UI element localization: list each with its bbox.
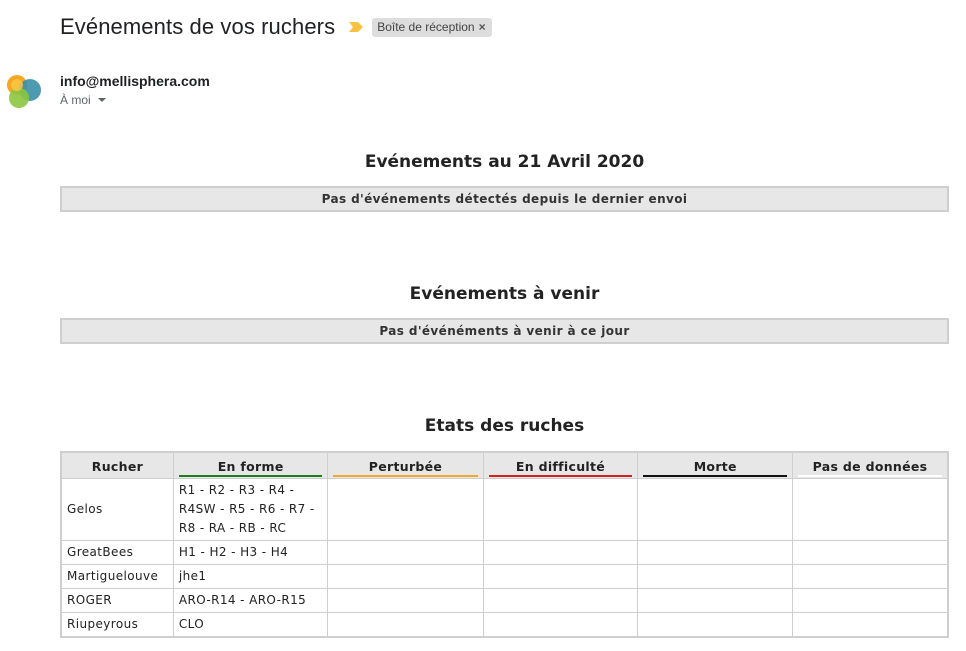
cell-en-difficulte — [482, 612, 639, 637]
cell-en-forme: H1 - H2 - H3 - H4 — [172, 540, 329, 565]
cell-rucher: GreatBees — [60, 540, 174, 565]
sender-address[interactable]: info@mellisphera.com — [60, 73, 210, 89]
cell-line: R8 - RA - RB - RC — [178, 521, 287, 535]
cell-en-difficulte — [482, 540, 639, 565]
table-row: ROGER ARO-R14 - ARO-R15 — [60, 588, 949, 613]
cell-pas-de-donnees — [792, 564, 949, 589]
table-row: Gelos R1 - R2 - R3 - R4 - R4SW - R5 - R6… — [60, 478, 949, 541]
cell-line: R1 - R2 - R3 - R4 - — [178, 483, 295, 497]
cell-perturbee — [327, 478, 484, 541]
header-perturbee: Perturbée — [327, 451, 484, 479]
importance-marker-icon[interactable] — [348, 21, 364, 33]
states-title: Etats des ruches — [424, 416, 585, 436]
cell-en-difficulte — [482, 564, 639, 589]
cell-pas-de-donnees — [792, 540, 949, 565]
cell-rucher: ROGER — [60, 588, 174, 613]
recipient-line[interactable]: À moi — [60, 93, 106, 107]
table-row: Martiguelouve jhe1 — [60, 564, 949, 589]
cell-rucher: Martiguelouve — [60, 564, 174, 589]
hive-states-table: Rucher En forme Perturbée En difficulté … — [60, 451, 949, 638]
table-row: Riupeyrous CLO — [60, 612, 949, 637]
cell-perturbee — [327, 588, 484, 613]
cell-en-forme: ARO-R14 - ARO-R15 — [172, 588, 329, 613]
header-en-difficulte: En difficulté — [482, 451, 639, 479]
cell-perturbee — [327, 612, 484, 637]
recipient-text: À moi — [60, 93, 91, 107]
email-subject: Evénements de vos ruchers — [60, 14, 336, 39]
cell-morte — [637, 564, 794, 589]
cell-rucher: Riupeyrous — [60, 612, 174, 637]
cell-line: R4SW - R5 - R6 - R7 - — [178, 502, 315, 516]
upcoming-message-box: Pas d'événéments à venir à ce jour — [60, 318, 949, 344]
subject-row: Evénements de vos ruchers Boîte de récep… — [60, 14, 492, 40]
cell-rucher: Gelos — [60, 478, 174, 541]
cell-pas-de-donnees — [792, 478, 949, 541]
cell-en-forme: CLO — [172, 612, 329, 637]
cell-pas-de-donnees — [792, 588, 949, 613]
cell-perturbee — [327, 540, 484, 565]
cell-morte — [637, 478, 794, 541]
cell-perturbee — [327, 564, 484, 589]
events-title: Evénements au 21 Avril 2020 — [364, 152, 645, 172]
caret-down-icon[interactable] — [97, 98, 106, 102]
events-message-box: Pas d'événements détectés depuis le dern… — [60, 186, 949, 212]
remove-label-icon[interactable]: × — [479, 20, 486, 34]
table-header-row: Rucher En forme Perturbée En difficulté … — [60, 451, 949, 479]
sender-avatar[interactable] — [5, 71, 45, 111]
label-chip-text: Boîte de réception — [377, 19, 475, 34]
cell-en-difficulte — [482, 478, 639, 541]
cell-pas-de-donnees — [792, 612, 949, 637]
cell-morte — [637, 588, 794, 613]
header-pas-de-donnees: Pas de données — [792, 451, 949, 479]
header-morte: Morte — [637, 451, 794, 479]
label-chip-inbox[interactable]: Boîte de réception × — [372, 17, 492, 37]
header-rucher: Rucher — [60, 451, 174, 479]
upcoming-title: Evénements à venir — [409, 284, 600, 304]
cell-morte — [637, 540, 794, 565]
table-row: GreatBees H1 - H2 - H3 - H4 — [60, 540, 949, 565]
cell-morte — [637, 612, 794, 637]
cell-en-forme: R1 - R2 - R3 - R4 - R4SW - R5 - R6 - R7 … — [172, 478, 329, 541]
cell-en-forme: jhe1 — [172, 564, 329, 589]
header-en-forme: En forme — [172, 451, 329, 479]
cell-en-difficulte — [482, 588, 639, 613]
